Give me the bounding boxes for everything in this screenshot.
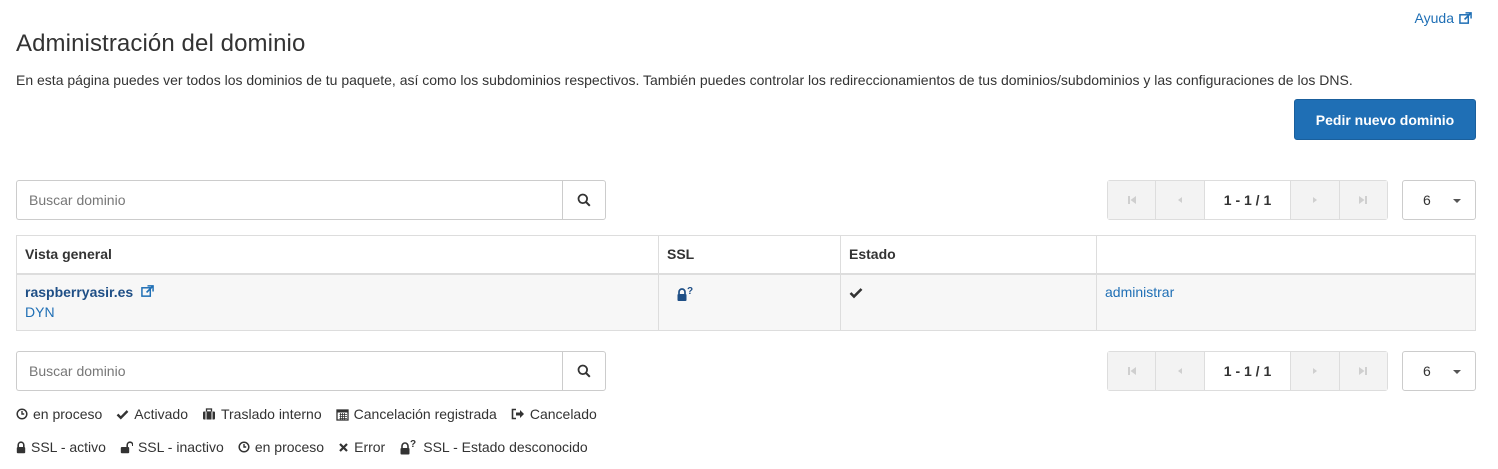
column-header-status: Estado	[840, 235, 1097, 275]
legend-label: en proceso	[254, 439, 325, 455]
page-description: En esta página puedes ver todos los domi…	[16, 72, 1353, 88]
last-page-button[interactable]	[1338, 181, 1388, 219]
legend-item: Error	[338, 439, 385, 455]
lock-question-icon[interactable]: ?	[676, 286, 694, 302]
per-page-value: 6	[1423, 363, 1431, 379]
prev-page-button[interactable]	[1156, 352, 1205, 390]
svg-text:?: ?	[410, 439, 416, 450]
domain-name: raspberryasir.es	[25, 283, 134, 300]
lock-question-icon: ?	[400, 439, 416, 455]
legend-item: SSL - activo	[16, 439, 106, 455]
legend-item: en proceso	[16, 406, 102, 422]
next-page-button[interactable]	[1290, 181, 1339, 219]
actions-cell: administrar	[1096, 273, 1476, 331]
external-link-icon	[1459, 11, 1472, 24]
domain-table: Vista general SSL Estado raspberryasir.e…	[16, 235, 1476, 331]
last-page-button[interactable]	[1338, 352, 1388, 390]
unlock-icon	[120, 440, 133, 453]
legend-label: SSL - inactivo	[137, 439, 224, 455]
help-link[interactable]: Ayuda	[1415, 10, 1472, 26]
legend-item: Cancelado	[511, 406, 597, 422]
lock-icon	[16, 440, 26, 453]
chevron-left-icon	[1178, 197, 1183, 203]
help-label: Ayuda	[1414, 10, 1454, 26]
search-button-top[interactable]	[562, 180, 606, 220]
legend-item: en proceso	[238, 439, 324, 455]
chevron-right-icon	[1312, 368, 1317, 374]
caret-down-icon	[1453, 370, 1461, 374]
legend-item: ? SSL - Estado desconocido	[399, 439, 588, 455]
domain-type: DYN	[25, 303, 55, 320]
legend-label: Error	[354, 439, 386, 455]
column-header-actions	[1096, 235, 1476, 275]
page-info: 1 - 1 / 1	[1204, 181, 1291, 219]
calendar-icon	[335, 408, 349, 421]
step-backward-icon	[1127, 367, 1136, 375]
search-icon	[577, 193, 591, 207]
per-page-value: 6	[1423, 192, 1431, 208]
check-icon	[116, 409, 129, 420]
manage-link[interactable]: administrar	[1105, 284, 1174, 300]
legend-label: Cancelación registrada	[353, 406, 497, 422]
first-page-button[interactable]	[1108, 352, 1157, 390]
prev-page-button[interactable]	[1156, 181, 1205, 219]
table-row: raspberryasir.es DYN ? administrar	[16, 273, 1476, 331]
legend-item: Cancelación registrada	[335, 406, 497, 422]
legend-label: SSL - activo	[31, 439, 106, 455]
caret-down-icon	[1453, 199, 1461, 203]
search-input-bottom[interactable]	[16, 351, 562, 391]
legend-item: SSL - inactivo	[120, 439, 224, 455]
table-header-row: Vista general SSL Estado	[16, 235, 1476, 275]
per-page-select-top[interactable]: 6	[1402, 180, 1476, 220]
page-title: Administración del dominio	[16, 30, 306, 57]
legend-label: SSL - Estado desconocido	[423, 439, 588, 455]
column-header-ssl: SSL	[658, 235, 841, 275]
next-page-button[interactable]	[1290, 352, 1339, 390]
page-info: 1 - 1 / 1	[1204, 352, 1291, 390]
ssl-cell: ?	[658, 273, 841, 331]
legend-label: Cancelado	[529, 406, 597, 422]
clock-icon	[16, 408, 28, 420]
legend-label: Traslado interno	[220, 406, 322, 422]
external-link-icon	[141, 285, 155, 297]
pagination-bottom: 1 - 1 / 1	[1107, 351, 1388, 391]
step-backward-icon	[1127, 196, 1136, 204]
legend-item: Activado	[116, 406, 188, 422]
briefcase-icon	[202, 408, 215, 420]
times-icon	[339, 442, 348, 452]
pagination-top: 1 - 1 / 1	[1107, 180, 1388, 220]
step-forward-icon	[1359, 196, 1368, 204]
status-legend: en proceso Activado Traslado interno Can…	[16, 406, 611, 422]
ssl-legend: SSL - activo SSL - inactivo en proceso E…	[16, 439, 602, 455]
search-group-bottom	[16, 351, 606, 391]
order-new-domain-button[interactable]: Pedir nuevo dominio	[1294, 99, 1476, 140]
svg-text:?: ?	[687, 286, 693, 297]
search-input-top[interactable]	[16, 180, 562, 220]
search-icon	[577, 364, 591, 378]
legend-label: en proceso	[33, 406, 103, 422]
search-button-bottom[interactable]	[562, 351, 606, 391]
column-header-overview: Vista general	[16, 235, 659, 275]
per-page-select-bottom[interactable]: 6	[1402, 351, 1476, 391]
sign-out-icon	[511, 408, 524, 420]
domain-link[interactable]: raspberryasir.es	[25, 283, 155, 300]
legend-label: Activado	[134, 406, 188, 422]
search-group-top	[16, 180, 606, 220]
legend-item: Traslado interno	[202, 406, 322, 422]
check-icon	[849, 287, 863, 298]
first-page-button[interactable]	[1108, 181, 1157, 219]
chevron-left-icon	[1178, 368, 1183, 374]
clock-icon	[238, 441, 250, 453]
chevron-right-icon	[1312, 197, 1317, 203]
status-cell	[840, 273, 1097, 331]
step-forward-icon	[1359, 367, 1368, 375]
overview-cell: raspberryasir.es DYN	[16, 273, 659, 331]
